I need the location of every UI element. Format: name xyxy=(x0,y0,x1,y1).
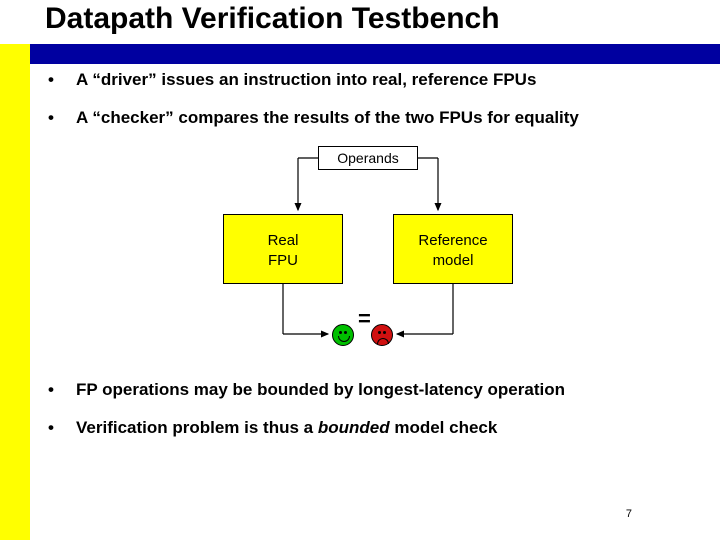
operands-box: Operands xyxy=(318,146,418,170)
bullet-4-post: model check xyxy=(390,418,498,437)
page-number: 7 xyxy=(626,508,632,520)
bullet-1-text: A “driver” issues an instruction into re… xyxy=(76,70,536,90)
bullet-2: •A “checker” compares the results of the… xyxy=(48,108,698,128)
real-fpu-box: Real FPU xyxy=(223,214,343,284)
happy-face-icon xyxy=(332,324,354,346)
ref-l1: Reference xyxy=(394,231,512,251)
bullet-4-em: bounded xyxy=(318,418,390,437)
title-area: Datapath Verification Testbench xyxy=(0,0,720,40)
header-band xyxy=(0,44,720,64)
real-fpu-l1: Real xyxy=(224,231,342,251)
sad-face-icon xyxy=(371,324,393,346)
content-area: •A “driver” issues an instruction into r… xyxy=(48,70,698,456)
bullet-3-text: FP operations may be bounded by longest-… xyxy=(76,380,565,400)
real-fpu-l2: FPU xyxy=(224,251,342,271)
bullet-4-pre: Verification problem is thus a xyxy=(76,418,318,437)
ref-l2: model xyxy=(394,251,512,271)
bullet-4: •Verification problem is thus a bounded … xyxy=(48,418,698,438)
bullet-2-text: A “checker” compares the results of the … xyxy=(76,108,579,128)
bullet-1: •A “driver” issues an instruction into r… xyxy=(48,70,698,90)
diagram-arrows xyxy=(48,146,688,366)
diagram: Operands Real FPU Reference model = xyxy=(48,146,698,366)
bullet-3: •FP operations may be bounded by longest… xyxy=(48,380,698,400)
page-title: Datapath Verification Testbench xyxy=(45,2,500,35)
side-accent xyxy=(0,44,30,540)
reference-model-box: Reference model xyxy=(393,214,513,284)
equals-sign: = xyxy=(358,306,371,332)
